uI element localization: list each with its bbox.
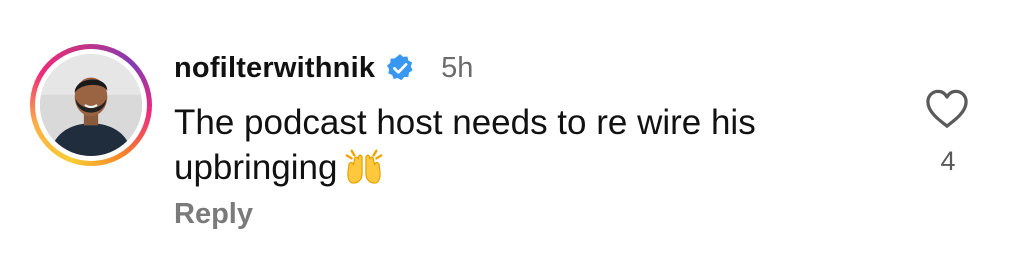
- like-button[interactable]: [924, 88, 970, 130]
- verified-badge-icon: [385, 53, 415, 83]
- comment-body: The podcast host needs to re wire his up…: [174, 100, 894, 190]
- comment-header: nofilterwithnik 5h: [174, 48, 473, 88]
- comment-timestamp: 5h: [441, 51, 474, 84]
- avatar[interactable]: [40, 54, 142, 156]
- avatar-inner: [35, 49, 147, 161]
- username[interactable]: nofilterwithnik: [174, 52, 375, 85]
- like-count[interactable]: 4: [928, 146, 968, 177]
- comment-item: nofilterwithnik 5h The podcast host need…: [0, 0, 1024, 268]
- heart-outline-icon: [926, 89, 968, 128]
- avatar-story-ring[interactable]: [30, 44, 152, 166]
- reply-button[interactable]: Reply: [174, 198, 253, 231]
- raising-hands-emoji: [343, 145, 385, 185]
- comment-text: The podcast host needs to re wire his up…: [174, 103, 756, 187]
- avatar-image: [40, 54, 142, 156]
